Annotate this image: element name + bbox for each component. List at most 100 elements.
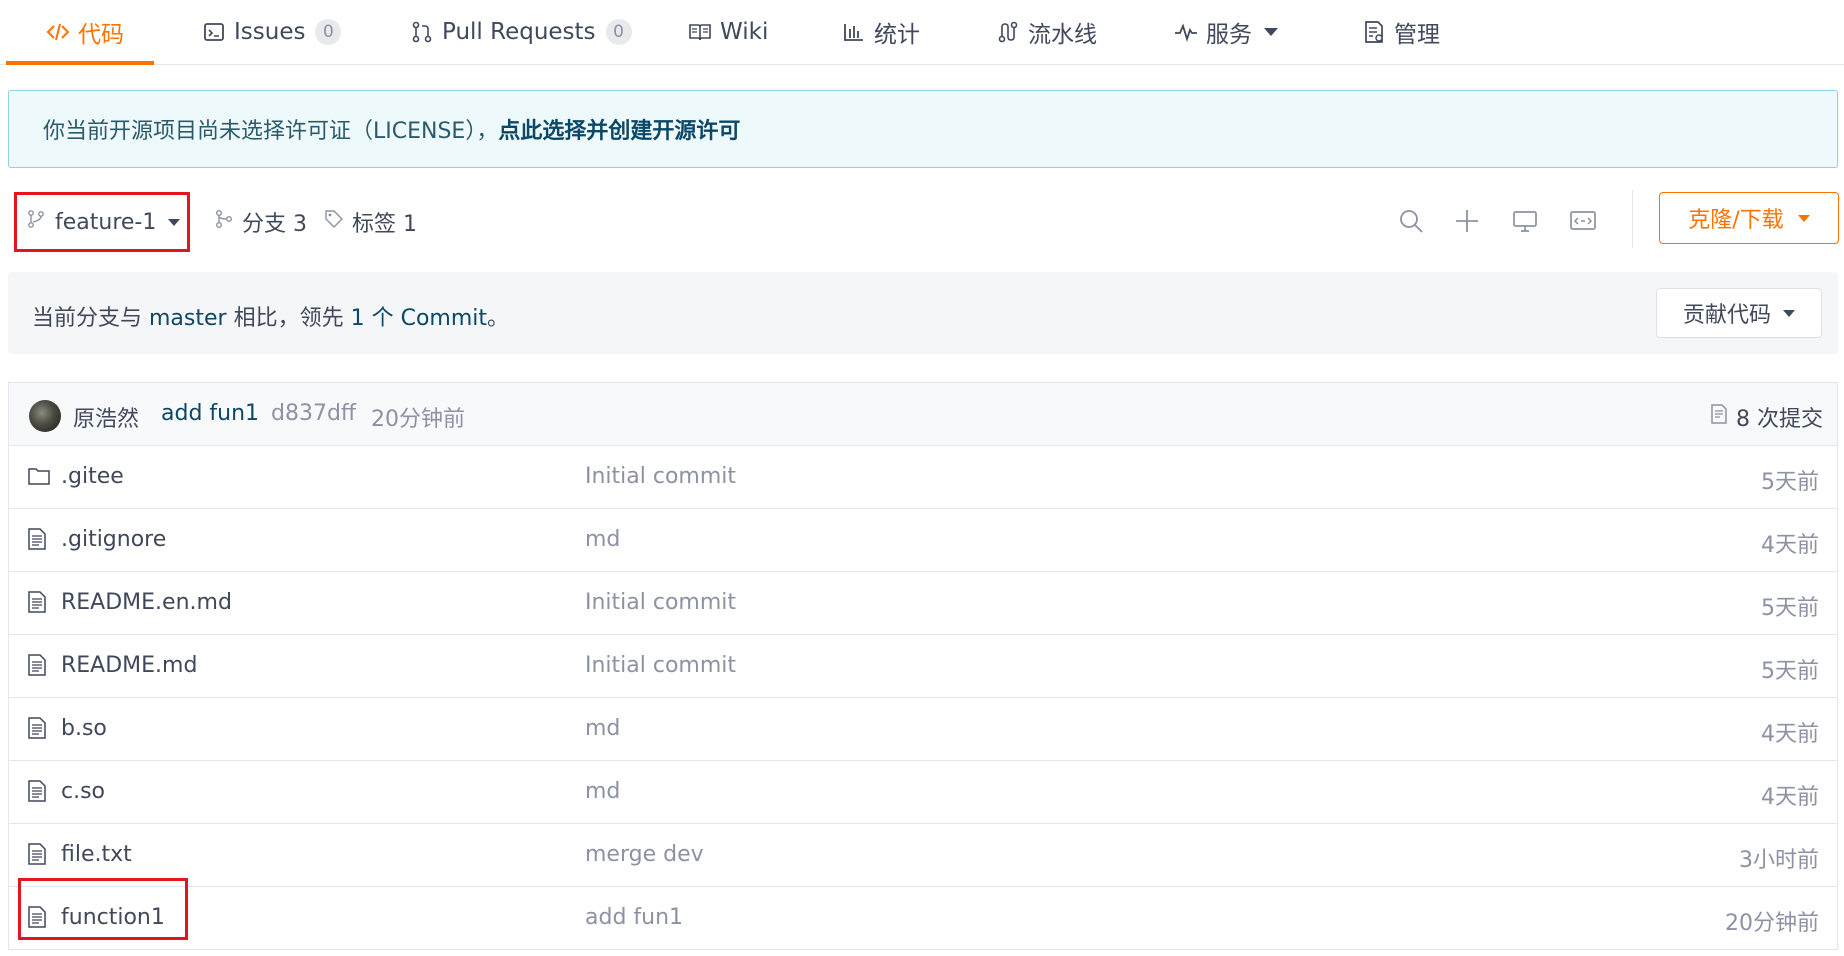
branches-label: 分支 3 xyxy=(242,212,307,237)
file-icon xyxy=(27,842,51,868)
commit-hash[interactable]: d837dff xyxy=(271,401,356,426)
tags-label: 标签 1 xyxy=(352,212,417,237)
license-banner: 你当前开源项目尚未选择许可证（LICENSE）， 点此选择并创建开源许可 xyxy=(8,90,1838,168)
chevron-down-icon xyxy=(168,218,181,226)
file-commit-message[interactable]: Initial commit xyxy=(585,464,736,489)
tab-label: Pull Requests xyxy=(442,19,596,45)
pull-request-icon xyxy=(410,20,434,44)
license-banner-text: 你当前开源项目尚未选择许可证（LICENSE）， xyxy=(43,119,499,144)
tab-pull-requests[interactable]: Pull Requests 0 xyxy=(410,0,632,64)
file-name[interactable]: README.md xyxy=(61,653,197,678)
file-row-file-txt[interactable]: file.txt merge dev 3小时前 xyxy=(9,824,1837,887)
file-row-readme[interactable]: README.md Initial commit 5天前 xyxy=(9,635,1837,698)
file-time: 3小时前 xyxy=(1739,848,1819,873)
issues-count-badge: 0 xyxy=(315,19,342,45)
file-time: 4天前 xyxy=(1761,533,1819,558)
file-commit-message[interactable]: md xyxy=(585,779,620,804)
file-row-gitee[interactable]: .gitee Initial commit 5天前 xyxy=(9,446,1837,509)
branch-compare-bar: 当前分支与 master 相比，领先 1 个 Commit。 贡献代码 xyxy=(8,272,1838,354)
search-icon[interactable] xyxy=(1396,206,1426,236)
file-row-readme-en[interactable]: README.en.md Initial commit 5天前 xyxy=(9,572,1837,635)
file-name[interactable]: README.en.md xyxy=(61,590,232,615)
file-commit-message[interactable]: md xyxy=(585,527,620,552)
chevron-down-icon xyxy=(1797,214,1810,222)
chevron-down-icon xyxy=(1264,28,1278,36)
file-icon xyxy=(27,779,51,805)
file-time: 20分钟前 xyxy=(1725,911,1819,936)
repo-tabs: 代码 Issues 0 Pull Requests 0 Wiki 统计 流水线 xyxy=(0,0,1844,65)
clone-download-button[interactable]: 克隆/下载 xyxy=(1659,192,1839,244)
toolbar-divider xyxy=(1632,190,1633,248)
branch-icon xyxy=(214,209,234,235)
commit-count-link[interactable]: 8 次提交 xyxy=(1710,401,1823,433)
compare-middle: 相比，领先 xyxy=(226,306,351,331)
tab-code[interactable]: 代码 xyxy=(6,0,154,65)
compare-text: 当前分支与 master 相比，领先 1 个 Commit。 xyxy=(32,300,509,332)
file-commit-message[interactable]: merge dev xyxy=(585,842,704,867)
chevron-down-icon xyxy=(1783,309,1795,317)
manage-icon xyxy=(1362,20,1386,44)
file-table: 原浩然 add fun1 d837dff 20分钟前 8 次提交 .gitee … xyxy=(8,382,1838,950)
tab-label: 流水线 xyxy=(1028,22,1097,48)
web-ide-icon[interactable] xyxy=(1568,206,1598,236)
file-commit-message[interactable]: Initial commit xyxy=(585,653,736,678)
commits-icon xyxy=(1710,403,1728,431)
issues-icon xyxy=(202,20,226,44)
pr-count-badge: 0 xyxy=(605,19,632,45)
file-row-function1[interactable]: function1 add fun1 20分钟前 xyxy=(9,887,1837,949)
tab-issues[interactable]: Issues 0 xyxy=(202,0,342,64)
wiki-icon xyxy=(688,20,712,44)
compare-base-link[interactable]: master xyxy=(149,306,227,331)
file-row-c-so[interactable]: c.so md 4天前 xyxy=(9,761,1837,824)
tab-label: 服务 xyxy=(1206,22,1252,48)
tag-icon xyxy=(324,209,344,235)
tab-label: 代码 xyxy=(78,22,124,48)
ahead-commits-link[interactable]: 1 个 Commit xyxy=(351,306,487,331)
tab-manage[interactable]: 管理 xyxy=(1362,0,1440,64)
tab-stats[interactable]: 统计 xyxy=(842,0,920,64)
file-row-b-so[interactable]: b.so md 4天前 xyxy=(9,698,1837,761)
file-name[interactable]: b.so xyxy=(61,716,107,741)
pulse-icon xyxy=(1174,20,1198,44)
tab-wiki[interactable]: Wiki xyxy=(688,0,768,64)
file-commit-message[interactable]: add fun1 xyxy=(585,905,683,930)
tab-pipeline[interactable]: 流水线 xyxy=(996,0,1097,64)
branches-link[interactable]: 分支 3 xyxy=(214,206,307,238)
file-name[interactable]: c.so xyxy=(61,779,105,804)
file-icon xyxy=(27,716,51,742)
monitor-icon[interactable] xyxy=(1510,206,1540,236)
contribute-button[interactable]: 贡献代码 xyxy=(1656,288,1822,338)
file-time: 4天前 xyxy=(1761,722,1819,747)
compare-suffix: 。 xyxy=(487,306,510,331)
file-icon xyxy=(27,905,51,931)
file-icon xyxy=(27,590,51,616)
stats-icon xyxy=(842,20,866,44)
create-license-link[interactable]: 点此选择并创建开源许可 xyxy=(498,113,740,145)
file-time: 5天前 xyxy=(1761,470,1819,495)
file-commit-message[interactable]: Initial commit xyxy=(585,590,736,615)
branch-selector[interactable]: feature-1 xyxy=(14,192,190,252)
commit-count-label: 8 次提交 xyxy=(1736,407,1823,432)
compare-prefix: 当前分支与 xyxy=(32,306,149,331)
branch-icon xyxy=(27,209,45,235)
file-commit-message[interactable]: md xyxy=(585,716,620,741)
tab-label: 统计 xyxy=(874,22,920,48)
file-name[interactable]: function1 xyxy=(61,905,165,930)
commit-author[interactable]: 原浩然 xyxy=(73,401,139,433)
file-name[interactable]: file.txt xyxy=(61,842,132,867)
tab-label: Wiki xyxy=(720,19,769,45)
pipeline-icon xyxy=(996,20,1020,44)
file-icon xyxy=(27,527,51,553)
file-icon xyxy=(27,653,51,679)
tags-link[interactable]: 标签 1 xyxy=(324,206,417,238)
tab-label: Issues xyxy=(234,19,306,45)
avatar[interactable] xyxy=(29,400,61,432)
tab-services[interactable]: 服务 xyxy=(1174,0,1278,64)
add-icon[interactable] xyxy=(1452,206,1482,236)
file-name[interactable]: .gitignore xyxy=(61,527,166,552)
file-row-gitignore[interactable]: .gitignore md 4天前 xyxy=(9,509,1837,572)
file-name[interactable]: .gitee xyxy=(61,464,124,489)
commit-message-link[interactable]: add fun1 xyxy=(161,401,259,426)
clone-download-label: 克隆/下载 xyxy=(1688,208,1784,233)
tab-label: 管理 xyxy=(1394,22,1440,48)
